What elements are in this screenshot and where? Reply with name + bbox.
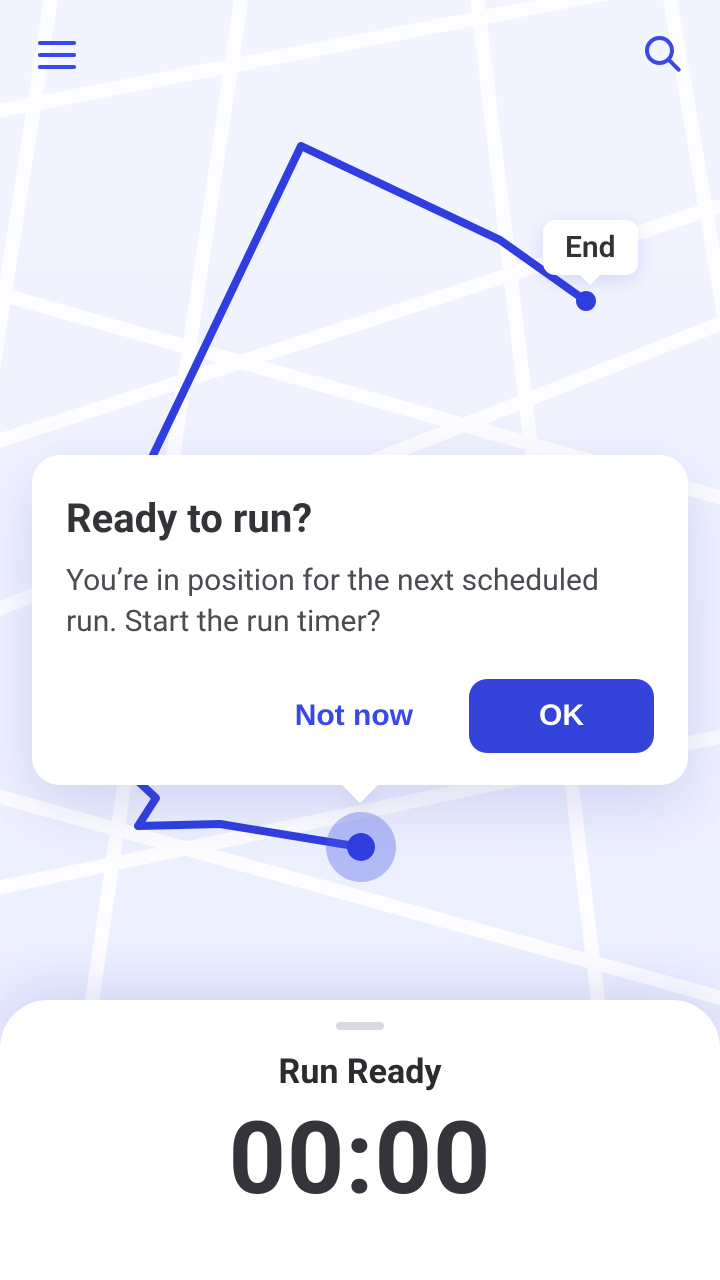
route-end-label: End <box>543 220 638 275</box>
sheet-grabber[interactable] <box>336 1022 384 1030</box>
sheet-title: Run Ready <box>279 1052 442 1092</box>
header-bar <box>0 0 720 110</box>
dialog-actions: Not now OK <box>66 679 654 753</box>
current-location-dot <box>347 833 375 861</box>
route-end-marker <box>576 291 596 311</box>
ok-button[interactable]: OK <box>469 679 654 753</box>
dialog-title: Ready to run? <box>66 495 654 542</box>
dialog-body: You’re in position for the next schedule… <box>66 560 654 643</box>
app-screen: End Ready to run? You’re in position for… <box>0 0 720 1280</box>
menu-icon[interactable] <box>38 41 76 69</box>
not-now-button[interactable]: Not now <box>267 681 441 751</box>
search-icon[interactable] <box>642 33 682 77</box>
run-timer-sheet[interactable]: Run Ready 00:00 <box>0 1000 720 1280</box>
start-run-dialog: Ready to run? You’re in position for the… <box>32 455 688 785</box>
run-timer-value: 00:00 <box>229 1110 492 1210</box>
